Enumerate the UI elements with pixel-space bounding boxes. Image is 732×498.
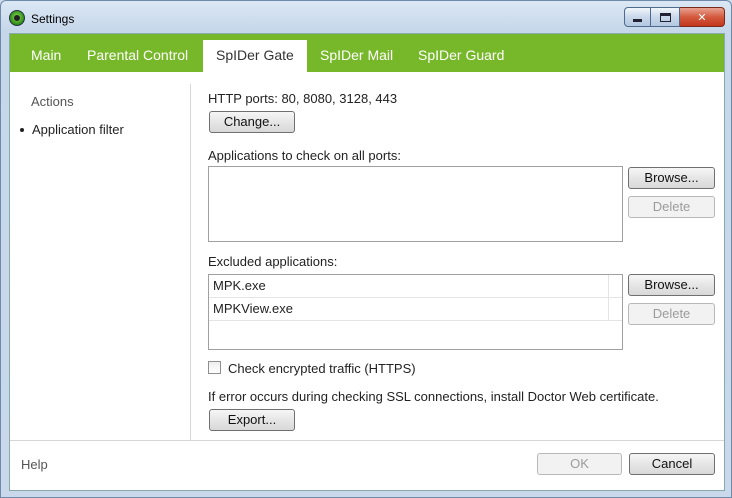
title-bar[interactable]: Settings ✕ <box>1 1 731 33</box>
minimize-button[interactable] <box>624 7 651 27</box>
sidebar-item-application-filter[interactable]: Application filter <box>20 122 124 137</box>
minimize-icon <box>633 18 642 22</box>
ok-button[interactable]: OK <box>537 453 622 475</box>
settings-window: Settings ✕ Main Parental Control SpIDer … <box>0 0 732 498</box>
export-button[interactable]: Export... <box>209 409 295 431</box>
all-ports-browse-button[interactable]: Browse... <box>628 167 715 189</box>
footer: Help OK Cancel <box>10 441 724 490</box>
grid-line <box>608 298 609 321</box>
close-icon: ✕ <box>697 11 707 24</box>
window-controls: ✕ <box>624 7 725 27</box>
close-button[interactable]: ✕ <box>680 7 725 27</box>
change-ports-button[interactable]: Change... <box>209 111 295 133</box>
grid-line <box>608 275 609 298</box>
bullet-icon <box>20 127 24 132</box>
list-item-label: MPK.exe <box>213 278 266 293</box>
tab-spider-gate[interactable]: SpIDer Gate <box>203 40 307 72</box>
excluded-browse-button[interactable]: Browse... <box>628 274 715 296</box>
cancel-button[interactable]: Cancel <box>629 453 715 475</box>
sidebar-divider <box>190 84 191 440</box>
list-item[interactable]: MPKView.exe <box>209 298 622 321</box>
https-label[interactable]: Check encrypted traffic (HTTPS) <box>228 361 416 376</box>
ssl-note: If error occurs during checking SSL conn… <box>208 389 659 404</box>
spider-logo-icon <box>9 10 25 26</box>
excluded-label: Excluded applications: <box>208 254 338 269</box>
all-ports-delete-button[interactable]: Delete <box>628 196 715 218</box>
sidebar-heading: Actions <box>31 94 74 109</box>
excluded-list[interactable]: MPK.exe MPKView.exe <box>208 274 623 350</box>
http-ports-label: HTTP ports: 80, 8080, 3128, 443 <box>208 91 398 106</box>
tab-bar: Main Parental Control SpIDer Gate SpIDer… <box>10 34 724 72</box>
sidebar: Actions Application filter <box>10 72 190 440</box>
settings-client: Main Parental Control SpIDer Gate SpIDer… <box>9 33 725 491</box>
all-ports-list[interactable] <box>208 166 623 242</box>
list-item-label: MPKView.exe <box>213 301 293 316</box>
window-title: Settings <box>31 12 75 26</box>
list-item[interactable]: MPK.exe <box>209 275 622 298</box>
tab-spider-guard[interactable]: SpIDer Guard <box>405 40 517 72</box>
maximize-icon <box>659 12 671 22</box>
sidebar-item-label: Application filter <box>32 122 124 137</box>
tab-main[interactable]: Main <box>18 40 74 72</box>
maximize-button[interactable] <box>651 7 680 27</box>
tab-spider-mail[interactable]: SpIDer Mail <box>307 40 406 72</box>
help-link[interactable]: Help <box>21 457 48 472</box>
https-checkbox[interactable] <box>208 361 221 374</box>
all-ports-label: Applications to check on all ports: <box>208 148 401 163</box>
tab-parental-control[interactable]: Parental Control <box>74 40 201 72</box>
excluded-delete-button[interactable]: Delete <box>628 303 715 325</box>
